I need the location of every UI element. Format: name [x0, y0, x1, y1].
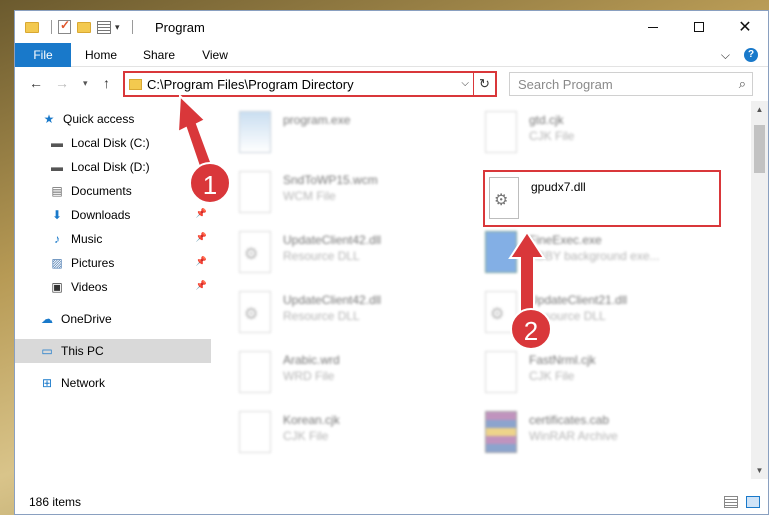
- annotation-arrows: [176, 93, 546, 313]
- annotation-badge-2: 2: [510, 308, 552, 350]
- annotation-badge-1: 1: [189, 162, 231, 204]
- arrow-2-shape: [508, 230, 546, 313]
- arrow-2: [508, 230, 546, 313]
